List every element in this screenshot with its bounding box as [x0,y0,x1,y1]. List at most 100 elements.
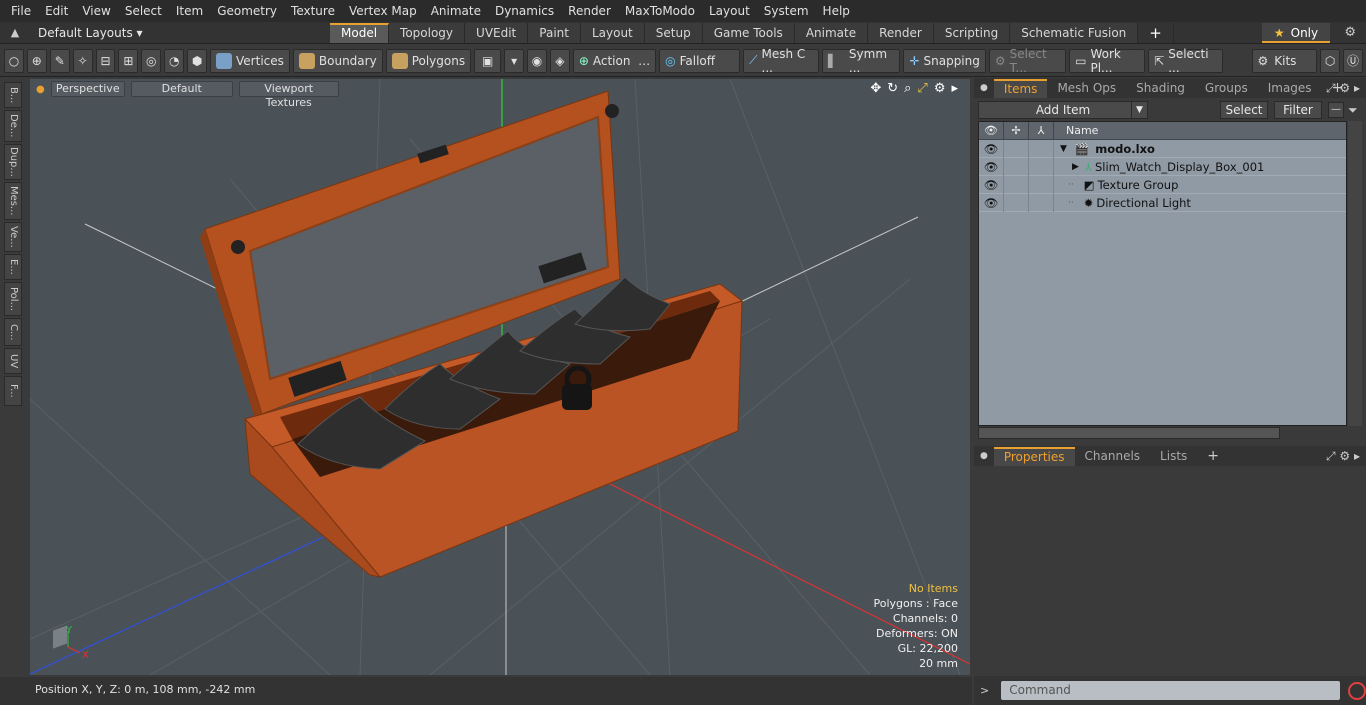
work-plane-button[interactable]: ▭ Work Pl... [1069,47,1146,75]
left-tab-polygon[interactable]: Pol... [4,282,22,316]
add-properties-tab-icon[interactable]: + [1197,446,1229,466]
frame-icon[interactable]: ◎ [141,48,162,73]
list-item[interactable]: 👁 ▼ 🎬 modo.lxo [979,139,1346,158]
tab-groups[interactable]: Groups [1195,78,1258,98]
cube-icon[interactable]: ▣ [474,48,502,73]
add-tab-icon[interactable]: + [1138,22,1174,43]
left-tab-duplicate[interactable]: Dup... [4,144,22,180]
globe-icon[interactable]: ⊕ [26,48,47,73]
left-tab-fusion[interactable]: F... [4,376,22,406]
tab-paint[interactable]: Paint [528,22,581,43]
move-view-icon[interactable]: ✥ [870,81,881,96]
polygons-button[interactable]: Polygons [385,48,472,73]
list-item[interactable]: 👁 ·· ◩ Texture Group [979,175,1346,194]
menu-file[interactable]: File [4,0,38,22]
home-icon[interactable]: ▲ [0,26,30,39]
tab-channels[interactable]: Channels [1075,446,1151,466]
left-tab-mesh[interactable]: Mes... [4,182,22,220]
left-tab-deform[interactable]: De... [4,110,22,142]
rotate-view-icon[interactable]: ↻ [887,81,898,96]
shield-icon[interactable]: ⬢ [187,48,208,73]
brush-icon[interactable]: ✧ [72,48,93,73]
tab-schematic-fusion[interactable]: Schematic Fusion [1010,22,1139,43]
tab-game-tools[interactable]: Game Tools [702,22,795,43]
record-macro-icon[interactable] [1348,681,1366,700]
add-item-button[interactable]: Add Item ▼ [978,101,1148,119]
menu-render[interactable]: Render [561,0,618,22]
filter-button[interactable]: Filter [1274,101,1322,119]
eye-icon[interactable]: 👁 [979,157,1004,176]
panel-options-icons[interactable]: ⤢ ⚙ ▸ [1326,81,1360,96]
type-column-icon[interactable]: ⅄ [1029,121,1054,140]
sphere-icon[interactable]: ◉ [527,48,547,73]
left-tab-basic[interactable]: B... [4,82,22,108]
menu-edit[interactable]: Edit [38,0,75,22]
eye-icon[interactable]: 👁 [979,175,1004,194]
select-button[interactable]: Select [1220,101,1268,119]
tab-render[interactable]: Render [868,22,934,43]
falloff-button[interactable]: ◎ Falloff [659,48,741,73]
pen-icon[interactable]: ✎ [49,48,70,73]
dropdown-arrow-icon[interactable]: ▾ [504,48,525,73]
selection-button[interactable]: ⇱ Selecti ... [1148,47,1223,75]
properties-options-icons[interactable]: ⤢ ⚙ ▸ [1326,449,1360,464]
lock-column-icon[interactable]: ✢ [1004,121,1029,140]
eye-icon[interactable]: 👁 [979,193,1004,212]
snapping-button[interactable]: ✛ Snapping [903,48,986,73]
chevron-down-icon[interactable]: ▼ [1131,102,1147,118]
item-list-scrollbar[interactable] [1348,121,1362,426]
tab-layout[interactable]: Layout [580,22,645,43]
viewport-gear-icon[interactable]: ⚙ [934,81,946,96]
perspective-button[interactable]: Perspective [50,81,125,97]
menu-maxtomodo[interactable]: MaxToModo [618,0,702,22]
unreal-icon[interactable]: Ⓤ [1343,48,1363,73]
menu-select[interactable]: Select [118,0,169,22]
left-tab-edge[interactable]: E... [4,254,22,280]
tab-scripting[interactable]: Scripting [933,22,1011,43]
tab-properties[interactable]: Properties [993,446,1075,466]
tab-model[interactable]: Model [330,22,390,43]
left-tab-uv[interactable]: UV [4,348,22,374]
tab-uvedit[interactable]: UVEdit [465,22,529,43]
maximize-view-icon[interactable]: ⤢ [917,81,927,96]
tab-shading[interactable]: Shading [1126,78,1195,98]
left-tab-vertex[interactable]: Ve... [4,222,22,252]
align-icon[interactable]: ⊟ [95,48,116,73]
tab-topology[interactable]: Topology [389,22,466,43]
kits-button[interactable]: ⚙ Kits [1251,48,1318,73]
left-tab-curve[interactable]: C... [4,318,22,346]
menu-dynamics[interactable]: Dynamics [488,0,561,22]
boundary-button[interactable]: Boundary [292,48,383,73]
panel-dot-icon[interactable]: ● [980,83,988,93]
action-button[interactable]: ⊕ Action … [572,48,657,73]
mesh-constraint-button[interactable]: ⟋ Mesh C ... [743,47,820,75]
expand-triangle-icon[interactable]: ▼ [1060,144,1067,154]
center-icon[interactable]: ⊞ [118,48,139,73]
tab-items[interactable]: Items [993,78,1048,98]
properties-dot-icon[interactable]: ● [980,451,988,461]
tab-animate[interactable]: Animate [794,22,869,43]
menu-view[interactable]: View [75,0,117,22]
item-list-hscrollbar[interactable] [978,427,1280,439]
tab-lists[interactable]: Lists [1150,446,1197,466]
sphere-alt-icon[interactable]: ◈ [549,48,570,73]
name-column-header[interactable]: Name [1054,124,1098,137]
menu-help[interactable]: Help [816,0,857,22]
tab-images[interactable]: Images [1258,78,1322,98]
viewport-menu-arrow-icon[interactable]: ▸ [951,81,958,96]
menu-vertex-map[interactable]: Vertex Map [342,0,424,22]
menu-geometry[interactable]: Geometry [210,0,284,22]
viewport-3d[interactable]: Y X ● Perspective Default Viewport Textu… [30,79,970,675]
circle-select-icon[interactable]: ○ [4,48,24,73]
funnel-icon[interactable]: ⏷ [1348,103,1358,118]
menu-texture[interactable]: Texture [284,0,342,22]
menu-system[interactable]: System [757,0,816,22]
expand-triangle-icon[interactable]: ▶ [1072,162,1079,172]
list-item[interactable]: 👁 ·· ✹ Directional Light [979,193,1346,212]
tab-mesh-ops[interactable]: Mesh Ops [1047,78,1126,98]
collapse-icon[interactable]: — [1328,102,1344,118]
menu-item[interactable]: Item [169,0,210,22]
zoom-view-icon[interactable]: ⌕ [904,81,911,96]
tab-setup[interactable]: Setup [644,22,703,43]
viewport-dot-icon[interactable]: ● [36,84,45,95]
